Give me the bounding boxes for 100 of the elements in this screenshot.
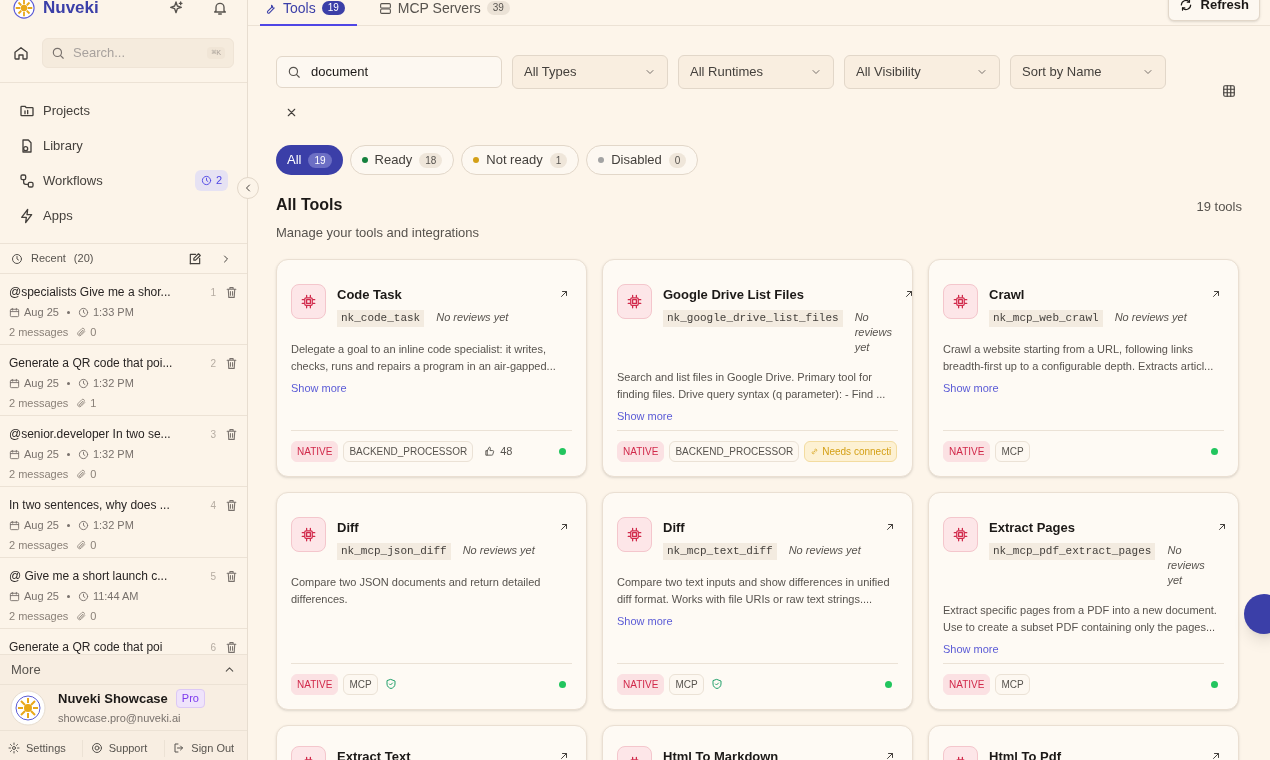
plan-badge: Pro xyxy=(175,689,205,708)
refresh-button[interactable]: Refresh xyxy=(1167,0,1260,21)
chat-title[interactable]: Generate a QR code that poi xyxy=(9,638,207,654)
tool-description: Compare two JSON documents and return detailed differences. xyxy=(291,574,542,607)
chat-title[interactable]: @specialists Give me a shor... xyxy=(9,283,207,301)
chat-time: 1:32 PM xyxy=(92,518,134,533)
chat-index: 4 xyxy=(210,498,216,513)
tag: NATIVE xyxy=(617,673,665,695)
tool-slug: nk_mcp_text_diff xyxy=(663,543,777,560)
message-count: 2 messages xyxy=(9,466,69,482)
grid-view-icon[interactable] xyxy=(1222,84,1236,98)
show-more-link[interactable]: Show more xyxy=(291,379,572,396)
clock-icon xyxy=(77,448,89,460)
tool-card[interactable]: Extract Text xyxy=(276,724,587,760)
tag: NATIVE xyxy=(291,440,339,462)
paperclip-icon xyxy=(76,397,87,408)
tool-card[interactable]: Crawl nk_mcp_web_crawl No reviews yet Crawl a website starting from a URL, following links breadth-first up to a configurable depth. Extracts articl... Show more NATIVE MCP xyxy=(928,258,1239,477)
delete-icon[interactable] xyxy=(225,356,238,370)
chat-title[interactable]: Generate a QR code that poi... xyxy=(9,354,207,372)
show-more-link[interactable]: Show more xyxy=(617,408,898,425)
show-more-link[interactable]: Show more xyxy=(617,612,898,629)
tab[interactable]: MCP Servers 39 xyxy=(374,0,514,26)
filter-dropdown[interactable]: All Visibility xyxy=(844,55,1000,89)
show-more-link[interactable]: Show more xyxy=(943,641,1224,658)
tool-card[interactable]: Code Task nk_code_task No reviews yet Delegate a goal to an inline code specialist: it writes, checks, runs and repairs a program in an air-gapped... Show more NATIVE BACKEND_PROCESSOR 48 xyxy=(276,258,587,477)
delete-icon[interactable] xyxy=(225,640,238,654)
tab[interactable]: Tools 19 xyxy=(260,0,357,26)
paperclip-icon xyxy=(76,610,87,621)
app-name: Nuveki xyxy=(43,0,99,20)
nav-item[interactable]: Library xyxy=(12,128,235,163)
tag: MCP xyxy=(995,673,1030,695)
footer-link[interactable]: Sign Out xyxy=(164,740,247,757)
delete-icon[interactable] xyxy=(225,285,238,299)
new-chat-icon[interactable] xyxy=(188,251,202,266)
chat-date: Aug 25 xyxy=(24,376,59,391)
delete-icon[interactable] xyxy=(225,569,238,583)
tool-icon xyxy=(291,283,326,319)
chat-date: Aug 25 xyxy=(24,518,59,533)
chat-time: 1:32 PM xyxy=(92,376,134,391)
chat-title[interactable]: In two sentences, why does ... xyxy=(9,496,207,514)
tool-card[interactable]: Html To Pdf xyxy=(928,724,1239,760)
tool-card[interactable]: Html To Markdown xyxy=(602,724,913,760)
section-title: All Tools xyxy=(276,195,344,215)
filter-dropdown[interactable]: All Types xyxy=(512,55,668,89)
tag: NATIVE xyxy=(943,673,991,695)
notification-bell-icon[interactable] xyxy=(212,0,228,16)
recent-label: Recent xyxy=(31,251,66,267)
tool-title: Extract Pages xyxy=(989,518,1076,537)
filter-dropdown[interactable]: All Runtimes xyxy=(678,55,834,89)
search-field[interactable]: document xyxy=(276,56,502,88)
chat-index: 6 xyxy=(210,640,216,654)
delete-icon[interactable] xyxy=(225,427,238,441)
message-count: 2 messages xyxy=(9,324,69,340)
show-more-link[interactable]: Show more xyxy=(943,379,1224,396)
tool-icon xyxy=(617,516,652,552)
delete-icon[interactable] xyxy=(225,498,238,512)
review-status: No reviews yet xyxy=(436,310,509,325)
tool-title: Html To Markdown xyxy=(663,747,780,760)
chat-title[interactable]: @senior.developer In two se... xyxy=(9,425,207,443)
status-filter-pill[interactable]: Not ready 1 xyxy=(461,145,580,175)
footer-link[interactable]: Settings xyxy=(0,740,82,757)
home-icon[interactable] xyxy=(13,45,29,61)
status-filter-pill[interactable]: Disabled 0 xyxy=(586,145,699,175)
calendar-icon xyxy=(9,590,20,602)
status-filter-pill[interactable]: Ready 18 xyxy=(349,145,455,175)
tool-card[interactable]: Diff nk_mcp_json_diff No reviews yet Compare two JSON documents and return detailed differences. NATIVE MCP xyxy=(276,491,587,710)
tool-description: Delegate a goal to an inline code specialist: it writes, checks, runs and repairs a program in an air-gapped... xyxy=(291,341,557,374)
sparkle-icon[interactable] xyxy=(168,0,184,16)
filter-dropdown[interactable]: Sort by Name xyxy=(1010,55,1166,89)
lightning-icon xyxy=(19,207,35,224)
nav-item[interactable]: Workflows 2 xyxy=(12,163,235,198)
calendar-icon xyxy=(9,519,20,531)
tool-description: Crawl a website starting from a URL, following links breadth-first up to a configurable depth. Extracts articl... xyxy=(943,341,1215,374)
chat-date: Aug 25 xyxy=(24,447,59,462)
status-filter-pill[interactable]: All 19 xyxy=(276,145,343,175)
chat-title[interactable]: @ Give me a short launch c... xyxy=(9,567,207,585)
tag: NATIVE xyxy=(617,440,665,462)
link-icon xyxy=(810,446,820,456)
nav-item[interactable]: Apps xyxy=(12,198,235,233)
tool-card[interactable]: Diff nk_mcp_text_diff No reviews yet Compare two text inputs and show differences in unified diff format. Works with file URIs or raw text strings.... Show more NATIVE MCP xyxy=(602,491,913,710)
collapse-sidebar-button[interactable] xyxy=(237,177,259,199)
chat-index: 1 xyxy=(210,285,216,300)
footer-link[interactable]: Support xyxy=(81,740,165,757)
calendar-icon xyxy=(9,448,20,460)
shortcut-key: ⌘K xyxy=(207,47,225,59)
tool-description: Compare two text inputs and show differences in unified diff format. Works with file URIs or raw text strings.... xyxy=(617,574,891,607)
tool-title: Google Drive List Files xyxy=(663,285,805,304)
tool-count: 19 tools xyxy=(1196,198,1242,216)
logo-icon xyxy=(13,0,35,19)
tag: NATIVE xyxy=(943,440,991,462)
server-icon xyxy=(378,1,392,15)
tag: Needs connecti xyxy=(804,440,898,462)
nav-item[interactable]: Projects xyxy=(12,93,235,128)
count-badge: 2 xyxy=(194,170,228,191)
more-toggle[interactable]: More xyxy=(0,655,247,684)
chat-index: 5 xyxy=(210,569,216,584)
user-name: Nuveki Showcase xyxy=(58,689,168,708)
workflow-icon xyxy=(19,172,35,189)
tool-card[interactable]: Extract Pages nk_mcp_pdf_extract_pages No reviews yet Extract specific pages from a PDF into a new document. Use to create a subset PDF containing only the pages... Show more NATIVE MCP xyxy=(928,491,1239,710)
tool-card[interactable] xyxy=(602,258,913,477)
